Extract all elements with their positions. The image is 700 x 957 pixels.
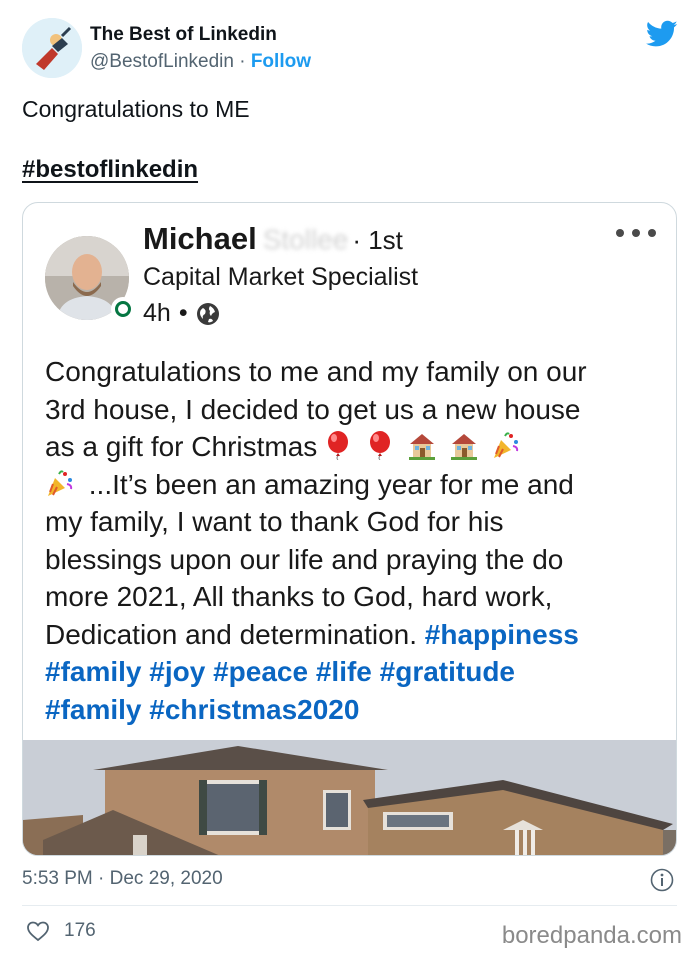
house-icon — [451, 434, 478, 460]
like-count: 176 — [64, 920, 96, 941]
party-popper-icon — [494, 432, 519, 458]
heart-icon[interactable] — [26, 920, 50, 942]
post-line: #family #joy #peace #life #gratitude — [45, 653, 665, 691]
post-line: blessings upon our life and praying the … — [45, 543, 564, 575]
post-line: my family, I want to thank God for his — [45, 506, 504, 537]
author-handle[interactable]: @BestofLinkedin — [90, 51, 234, 72]
linkedin-author-name: Michael — [143, 221, 257, 256]
author-name[interactable]: The Best of Linkedin — [90, 24, 277, 46]
post-line: Congratulations to me and my family on o… — [45, 356, 587, 387]
linkedin-avatar-wrap — [45, 236, 135, 321]
post-line-text: ...It’s been an amazing year for me and — [88, 468, 574, 500]
linkedin-author-title: Capital Market Specialist — [143, 263, 419, 291]
post-line: as a gift for Christmas — [45, 428, 665, 466]
linkedin-post-body: Congratulations to me and my family on o… — [45, 353, 665, 728]
hashtag-christmas2020: #christmas2020 — [149, 693, 360, 725]
linkedin-name-row: Michael Stollee · 1st — [143, 221, 403, 257]
tweet-hashtag-link[interactable]: #bestoflinkedin — [22, 156, 198, 184]
tweet-text: Congratulations to ME — [22, 96, 250, 122]
linkedin-author-name-blurred: Stollee — [262, 224, 349, 255]
author-avatar[interactable] — [22, 18, 82, 78]
house-photo — [23, 740, 676, 855]
house-icon — [409, 434, 436, 460]
balloon-icon — [328, 431, 349, 460]
author-handle-row: @BestofLinkedin · Follow — [90, 51, 311, 73]
globe-icon — [196, 302, 219, 325]
more-options-icon — [616, 225, 656, 241]
post-line: #family #christmas2020 — [45, 691, 665, 729]
post-line: 3rd house, I decided to get us a new hou… — [45, 393, 581, 425]
hashtag-peace: #peace — [213, 656, 309, 687]
hashtag-happiness: #happiness — [424, 618, 579, 650]
time-separator: • — [178, 299, 188, 327]
hashtag-joy: #joy — [149, 656, 206, 687]
embedded-image[interactable]: Michael Stollee · 1st Capital Market Speci… — [22, 202, 677, 856]
tweet-timestamp[interactable]: 5:53 PM · Dec 29, 2020 — [22, 868, 223, 890]
watermark: boredpanda.com — [501, 922, 682, 949]
info-icon[interactable] — [650, 868, 674, 892]
party-popper-icon — [48, 469, 73, 496]
follow-button[interactable]: Follow — [251, 51, 311, 72]
footer-divider — [22, 905, 677, 906]
post-line-text: as a gift for Christmas — [45, 431, 318, 462]
connection-degree: · 1st — [352, 225, 403, 255]
post-line: more 2021, All thanks to God, hard work, — [45, 581, 553, 612]
post-line: ...It’s been an amazing year for me and — [45, 466, 665, 504]
hashtag-family: #family — [45, 656, 142, 687]
hashtag-family-2: #family — [45, 693, 142, 725]
post-line: Dedication and determination. #happiness — [45, 616, 665, 654]
online-status-icon — [111, 297, 135, 321]
post-line-text: Dedication and determination. — [45, 618, 418, 650]
hashtag-gratitude: #gratitude — [379, 656, 516, 687]
tweet-header: The Best of Linkedin @BestofLinkedin · F… — [22, 16, 682, 80]
balloon-icon — [370, 431, 391, 460]
hashtag-life: #life — [315, 656, 372, 687]
handle-separator: · — [239, 51, 246, 72]
linkedin-time-row: 4h • — [143, 299, 220, 328]
twitter-bird-icon[interactable] — [646, 20, 678, 48]
linkedin-time-ago: 4h — [143, 299, 171, 327]
